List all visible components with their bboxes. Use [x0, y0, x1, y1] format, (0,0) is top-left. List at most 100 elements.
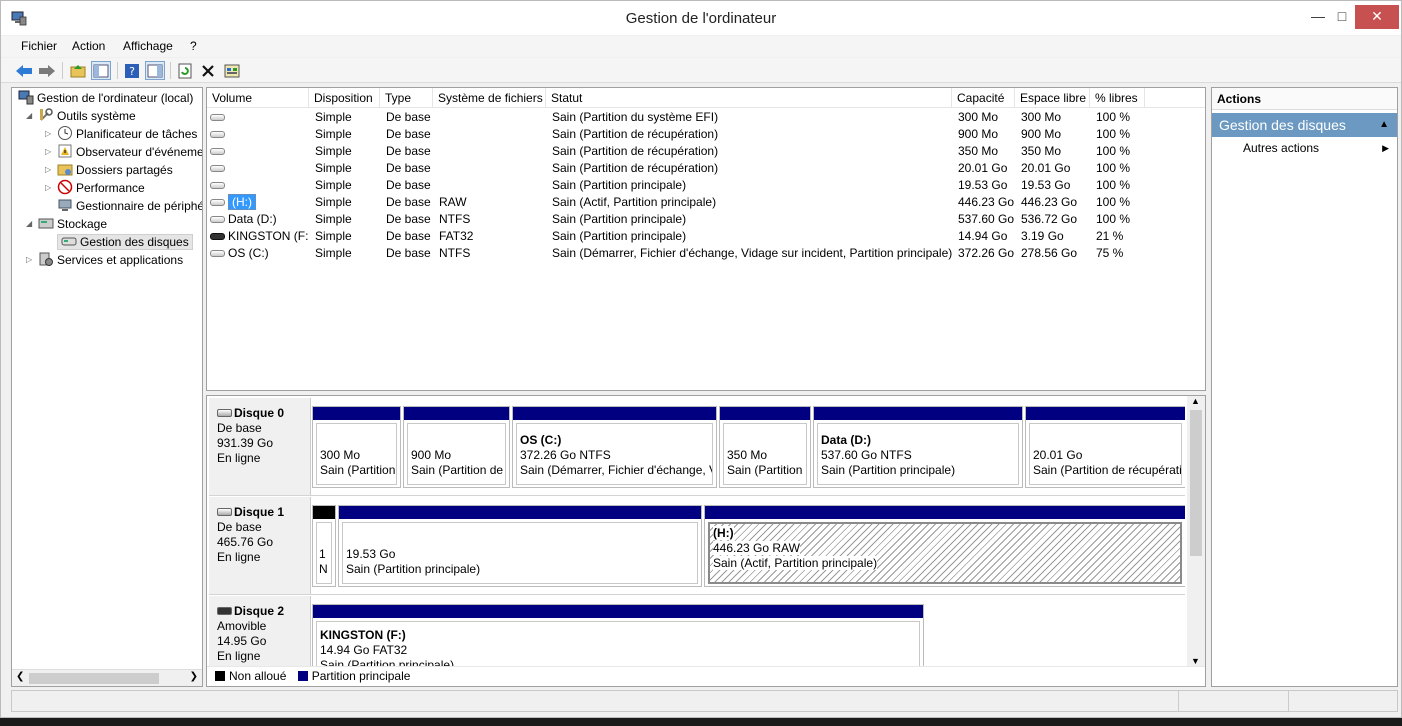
scroll-up-icon[interactable]: ▲ [1191, 396, 1200, 406]
tree-item-disk-management[interactable]: Gestion des disques [57, 233, 193, 251]
expand-icon[interactable]: ▷ [45, 125, 51, 143]
menu-view[interactable]: Affichage [123, 39, 173, 53]
forward-icon[interactable] [37, 61, 57, 80]
partition-block[interactable]: Data (D:) 537.60 Go NTFS Sain (Partition p… [813, 406, 1023, 488]
volume-row[interactable]: Simple De base Sain (Partition de récupéra… [207, 126, 1205, 143]
collapse-icon[interactable]: ◢ [26, 107, 32, 125]
tree-item-event-viewer[interactable]: ▷ Observateur d'événeme [45, 143, 203, 161]
scroll-right-icon[interactable]: ❯ [190, 671, 198, 682]
tree-item-root[interactable]: Gestion de l'ordinateur (local) [18, 89, 193, 107]
partition-bar [313, 407, 400, 420]
status-bar [11, 690, 1398, 712]
more-actions-label: Autres actions [1243, 141, 1320, 155]
close-button[interactable]: ✕ [1355, 5, 1399, 29]
export-icon[interactable] [222, 61, 242, 80]
partition-block[interactable]: 300 Mo Sain (Partition [312, 406, 401, 488]
tree-item-system-tools[interactable]: ◢ Outils système [26, 107, 136, 125]
back-icon[interactable] [14, 61, 34, 80]
actions-group-disk-management[interactable]: Gestion des disques ▲ [1212, 113, 1397, 137]
expand-icon[interactable]: ▷ [45, 179, 51, 197]
tree-item-task-scheduler[interactable]: ▷ Planificateur de tâches [45, 125, 197, 143]
expand-icon[interactable]: ▷ [45, 161, 51, 179]
volume-cell-type: De base [386, 229, 431, 243]
disk-name: Disque 1 [234, 505, 285, 519]
menu-file[interactable]: Fichier [21, 39, 57, 53]
partition-block[interactable]: 900 Mo Sain (Partition de [403, 406, 510, 488]
collapse-icon[interactable]: ◢ [26, 215, 32, 233]
volume-icon [210, 131, 225, 138]
volume-row[interactable]: OS (C:) Simple De base NTFS Sain (Démarrer, … [207, 245, 1205, 262]
refresh-icon[interactable] [175, 61, 195, 80]
disk-name: Disque 0 [234, 406, 285, 420]
delete-icon[interactable] [198, 61, 218, 80]
volume-row[interactable]: Simple De base Sain (Partition principale)… [207, 177, 1205, 194]
volume-icon [210, 165, 225, 172]
partition-body: 900 Mo Sain (Partition de [407, 423, 506, 485]
tree-item-storage[interactable]: ◢ Stockage [26, 215, 107, 233]
storage-icon [38, 218, 54, 229]
tree-item-device-manager[interactable]: Gestionnaire de périphé [57, 197, 202, 215]
scrollbar-thumb[interactable] [29, 673, 159, 684]
menu-action[interactable]: Action [72, 39, 105, 53]
partition-block[interactable]: 1N [312, 505, 336, 587]
volume-icon [210, 114, 225, 121]
scroll-left-icon[interactable]: ❮ [16, 671, 24, 682]
up-icon[interactable] [68, 61, 88, 80]
tree-item-performance[interactable]: ▷ Performance [45, 179, 145, 197]
volume-row[interactable]: Data (D:) Simple De base NTFS Sain (Partitio… [207, 211, 1205, 228]
volume-row[interactable]: (H:) Simple De base RAW Sain (Actif, Partiti… [207, 194, 1205, 211]
partition-bar [814, 407, 1022, 420]
disk-map-vertical-scrollbar[interactable]: ▲ ▼ [1187, 396, 1205, 668]
help-icon[interactable]: ? [122, 61, 142, 80]
disk-label[interactable]: Disque 2 Amovible 14.95 Go En ligne [209, 596, 311, 668]
tree-label-event-viewer: Observateur d'événeme [76, 145, 203, 159]
volume-row[interactable]: KINGSTON (F:) Simple De base FAT32 Sain (Par… [207, 228, 1205, 245]
partition-block[interactable]: OS (C:) 372.26 Go NTFS Sain (Démarrer, Fic… [512, 406, 717, 488]
column-header-filesystem[interactable]: Système de fichiers [433, 88, 546, 108]
column-header-disposition[interactable]: Disposition [309, 88, 380, 108]
column-header-volume[interactable]: Volume [207, 88, 309, 108]
show-tree-icon[interactable] [91, 61, 111, 80]
maximize-button[interactable]: □ [1327, 5, 1357, 29]
partition-block[interactable]: 19.53 Go Sain (Partition principale) [338, 505, 702, 587]
volume-cell-volume [210, 160, 308, 177]
tree-item-services[interactable]: ▷ Services et applications [26, 251, 183, 269]
disk-icon [217, 508, 232, 516]
column-header-type[interactable]: Type [380, 88, 433, 108]
disk-label[interactable]: Disque 1 De base 465.76 Go En ligne [209, 497, 311, 594]
volume-row[interactable]: Simple De base Sain (Partition du système … [207, 109, 1205, 126]
volume-cell-type: De base [386, 144, 431, 158]
partition-block[interactable]: 20.01 Go Sain (Partition de récupérati [1025, 406, 1185, 488]
expand-icon[interactable]: ▷ [26, 251, 32, 269]
volume-row[interactable]: Simple De base Sain (Partition de récupéra… [207, 160, 1205, 177]
tree-horizontal-scrollbar[interactable]: ❮ ❯ [12, 669, 202, 686]
partition-body: KINGSTON (F:) 14.94 Go FAT32 Sain (Partiti… [316, 621, 920, 668]
partition-block[interactable]: KINGSTON (F:) 14.94 Go FAT32 Sain (Partiti… [312, 604, 924, 668]
volume-cell-type: De base [386, 110, 431, 124]
volume-cell-capacity: 372.26 Go [958, 246, 1015, 260]
volume-cell-status: Sain (Partition principale) [552, 178, 687, 192]
scroll-down-icon[interactable]: ▼ [1191, 656, 1200, 666]
volume-cell-free: 3.19 Go [1021, 229, 1064, 243]
volume-cell-status: Sain (Partition de récupération) [552, 161, 719, 175]
actions-group-label: Gestion des disques [1219, 117, 1346, 133]
column-header-capacity[interactable]: Capacité [952, 88, 1015, 108]
properties-icon[interactable] [145, 61, 165, 80]
column-header-percent-free[interactable]: % libres [1090, 88, 1145, 108]
partition-block[interactable]: 350 Mo Sain (Partition [719, 406, 811, 488]
partition-block-selected[interactable]: (H:) 446.23 Go RAW Sain (Actif, Partition … [704, 505, 1185, 587]
menu-help[interactable]: ? [190, 39, 197, 53]
column-header-status[interactable]: Statut [546, 88, 952, 108]
collapse-icon[interactable]: ▲ [1379, 113, 1389, 137]
column-header-free-space[interactable]: Espace libre [1015, 88, 1090, 108]
partition-body: 19.53 Go Sain (Partition principale) [342, 522, 698, 584]
volume-row[interactable]: Simple De base Sain (Partition de récupéra… [207, 143, 1205, 160]
expand-icon[interactable]: ▷ [45, 143, 51, 161]
scrollbar-thumb[interactable] [1190, 410, 1202, 556]
more-actions-item[interactable]: Autres actions ▶ [1212, 137, 1397, 159]
disk-label[interactable]: Disque 0 De base 931.39 Go En ligne [209, 398, 311, 495]
volume-cell-disposition: Simple [315, 110, 352, 124]
tree-item-shared-folders[interactable]: ▷ Dossiers partagés [45, 161, 173, 179]
computer-management-icon [18, 90, 34, 105]
volume-cell-free: 350 Mo [1021, 144, 1062, 158]
